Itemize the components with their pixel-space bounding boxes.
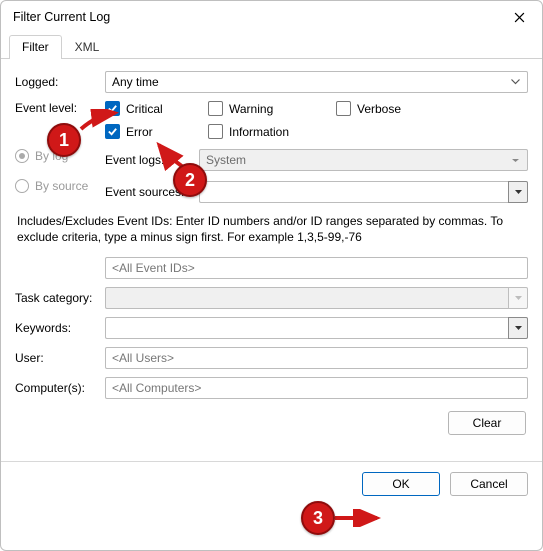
divider [1, 461, 542, 462]
computers-label: Computer(s): [15, 381, 105, 395]
logged-dropdown[interactable]: Any time [105, 71, 528, 93]
close-button[interactable] [496, 1, 542, 33]
tab-xml-label: XML [75, 40, 100, 54]
cancel-button[interactable]: Cancel [450, 472, 528, 496]
event-logs-dropdown[interactable]: System [199, 149, 528, 171]
event-logs-value: System [206, 153, 246, 167]
annotation-bubble-2: 2 [173, 163, 207, 197]
titlebar: Filter Current Log [1, 1, 542, 33]
task-category-input[interactable] [105, 287, 508, 309]
chevron-down-icon [507, 79, 523, 85]
checkbox-information-label: Information [229, 125, 289, 139]
tab-xml[interactable]: XML [62, 35, 113, 59]
keywords-input[interactable] [105, 317, 508, 339]
user-label: User: [15, 351, 105, 365]
checkbox-verbose-label: Verbose [357, 102, 401, 116]
task-category-combo[interactable] [105, 287, 528, 309]
filter-pane: Logged: Any time Event level: Critical [1, 59, 542, 443]
task-category-label: Task category: [15, 291, 105, 305]
radio-by-source-label: By source [35, 179, 88, 193]
event-sources-drop-button[interactable] [508, 181, 528, 203]
filter-dialog: Filter Current Log Filter XML Logged: An… [0, 0, 543, 551]
clear-button[interactable]: Clear [448, 411, 526, 435]
checkbox-warning-label: Warning [229, 102, 273, 116]
event-sources-combo[interactable] [199, 181, 528, 203]
annotation-bubble-1: 1 [47, 123, 81, 157]
checkbox-critical[interactable]: Critical [105, 101, 200, 116]
annotation-bubble-3: 3 [301, 501, 335, 535]
computers-input[interactable] [105, 377, 528, 399]
checkbox-verbose[interactable]: Verbose [336, 101, 436, 116]
tab-filter-label: Filter [22, 40, 49, 54]
keywords-drop-button[interactable] [508, 317, 528, 339]
window-title: Filter Current Log [13, 10, 110, 24]
user-input[interactable] [105, 347, 528, 369]
event-id-description: Includes/Excludes Event IDs: Enter ID nu… [17, 213, 526, 245]
checkbox-information[interactable]: Information [208, 124, 328, 139]
checkbox-critical-label: Critical [126, 102, 163, 116]
radio-by-source[interactable]: By source [15, 179, 105, 193]
dialog-footer: OK Cancel [1, 472, 542, 508]
ok-button[interactable]: OK [362, 472, 440, 496]
checkbox-error-label: Error [126, 125, 153, 139]
chevron-down-icon [507, 157, 523, 163]
logged-label: Logged: [15, 75, 105, 89]
tab-strip: Filter XML [1, 33, 542, 59]
keywords-label: Keywords: [15, 321, 105, 335]
checkbox-warning[interactable]: Warning [208, 101, 328, 116]
event-level-label: Event level: [15, 101, 105, 115]
keywords-combo[interactable] [105, 317, 528, 339]
logged-value: Any time [112, 75, 159, 89]
annotation-arrow-3 [333, 509, 383, 527]
close-icon [514, 12, 525, 23]
event-ids-input[interactable] [105, 257, 528, 279]
event-sources-input[interactable] [199, 181, 508, 203]
task-category-drop-button[interactable] [508, 287, 528, 309]
tab-filter[interactable]: Filter [9, 35, 62, 59]
checkbox-error[interactable]: Error [105, 124, 200, 139]
